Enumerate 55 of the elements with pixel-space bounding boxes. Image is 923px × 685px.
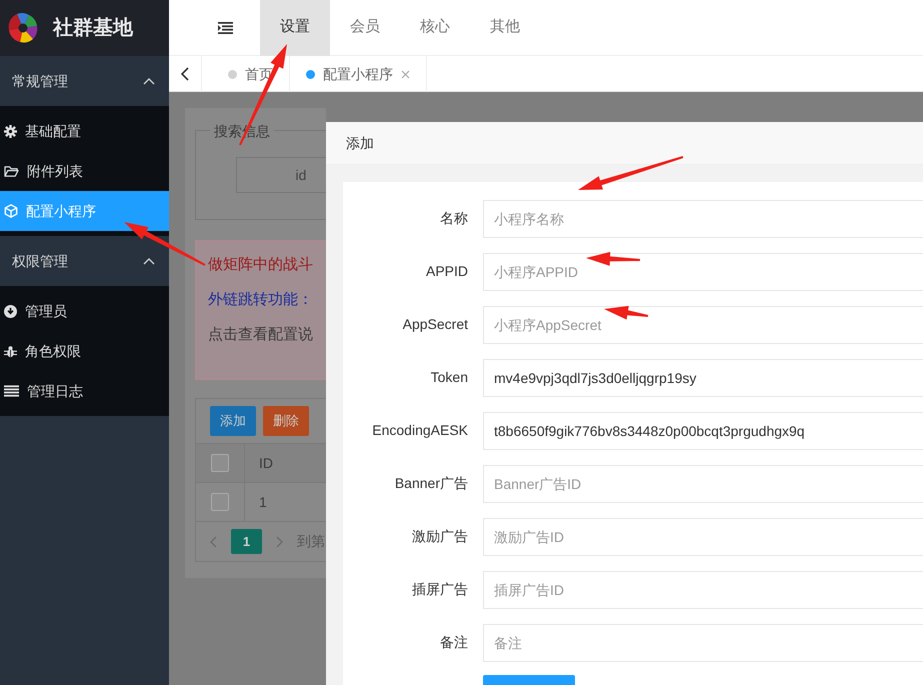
folder-icon <box>4 164 19 178</box>
sidebar-item[interactable]: 角色权限 <box>0 331 169 371</box>
input-field[interactable]: 小程序AppSecret <box>483 306 923 344</box>
sidebar-item[interactable]: 管理员 <box>0 291 169 331</box>
top-nav-tab[interactable]: 设置 <box>260 0 330 56</box>
column-header: ID <box>259 454 273 472</box>
checkbox[interactable] <box>211 454 229 472</box>
chevron-right-icon[interactable] <box>276 536 283 548</box>
field-label: Token <box>430 368 468 387</box>
top-nav-tab[interactable]: 其他 <box>470 0 540 56</box>
notice-text: 做矩阵中的战斗 <box>208 255 314 275</box>
close-icon[interactable] <box>401 70 410 78</box>
sidebar-item[interactable]: 基础配置 <box>0 111 169 151</box>
delete-button[interactable]: 删除 <box>263 406 309 436</box>
cube-icon <box>4 204 18 218</box>
field-label: Banner广告 <box>394 474 468 493</box>
sidebar-item[interactable]: 附件列表 <box>0 151 169 191</box>
chevron-left-icon <box>181 67 189 81</box>
input-field[interactable]: 插屏广告ID <box>483 570 923 608</box>
chevron-icon <box>143 77 155 85</box>
annotation-arrow <box>586 252 640 266</box>
field-label: 名称 <box>439 209 468 228</box>
gear-icon <box>4 124 17 138</box>
input-field[interactable]: Banner广告ID <box>483 464 923 502</box>
field-label: APPID <box>424 262 468 281</box>
field-label: 插屏广告 <box>411 580 468 599</box>
input-field[interactable]: 小程序APPID <box>483 252 923 290</box>
field-label: 备注 <box>439 633 468 652</box>
notice-link[interactable]: 外链跳转功能： <box>208 290 326 310</box>
modal-title: 添加 <box>326 122 923 165</box>
app-title: 社群基地 <box>53 16 133 41</box>
input-field[interactable]: 激励广告ID <box>483 518 923 556</box>
annotation-arrow <box>604 306 648 320</box>
chevron-left-icon[interactable] <box>210 536 217 548</box>
field-label: 激励广告 <box>411 527 468 546</box>
table-cell-text: 1 <box>259 492 267 512</box>
checkbox[interactable] <box>211 493 229 511</box>
input-field[interactable]: 备注 <box>483 624 923 662</box>
add-button[interactable]: 添加 <box>210 406 256 436</box>
sidebar-item[interactable]: 管理日志 <box>0 371 169 411</box>
logo-icon <box>7 12 39 44</box>
field-label: EncodingAESK <box>371 421 468 440</box>
input-field[interactable]: mv4e9vpj3qdl7js3d0elljqgrp19sy <box>483 358 923 396</box>
page-number-button[interactable]: 1 <box>231 529 262 554</box>
notice-text: 点击查看配置说 <box>208 325 314 345</box>
chevron-icon <box>143 257 155 265</box>
top-nav-tab[interactable]: 会员 <box>330 0 400 56</box>
input-field[interactable]: t8b6650f9gik776bv8s3448z0p00bcqt3prgudhgx9q <box>483 412 923 450</box>
download-icon <box>4 304 17 318</box>
list-icon <box>4 385 19 397</box>
field-label: AppSecret <box>402 315 468 334</box>
bug-icon <box>4 344 17 358</box>
menu-icon <box>218 22 232 34</box>
top-nav-tab[interactable]: 核心 <box>400 0 470 56</box>
input-field[interactable]: 小程序名称 <box>483 200 923 238</box>
